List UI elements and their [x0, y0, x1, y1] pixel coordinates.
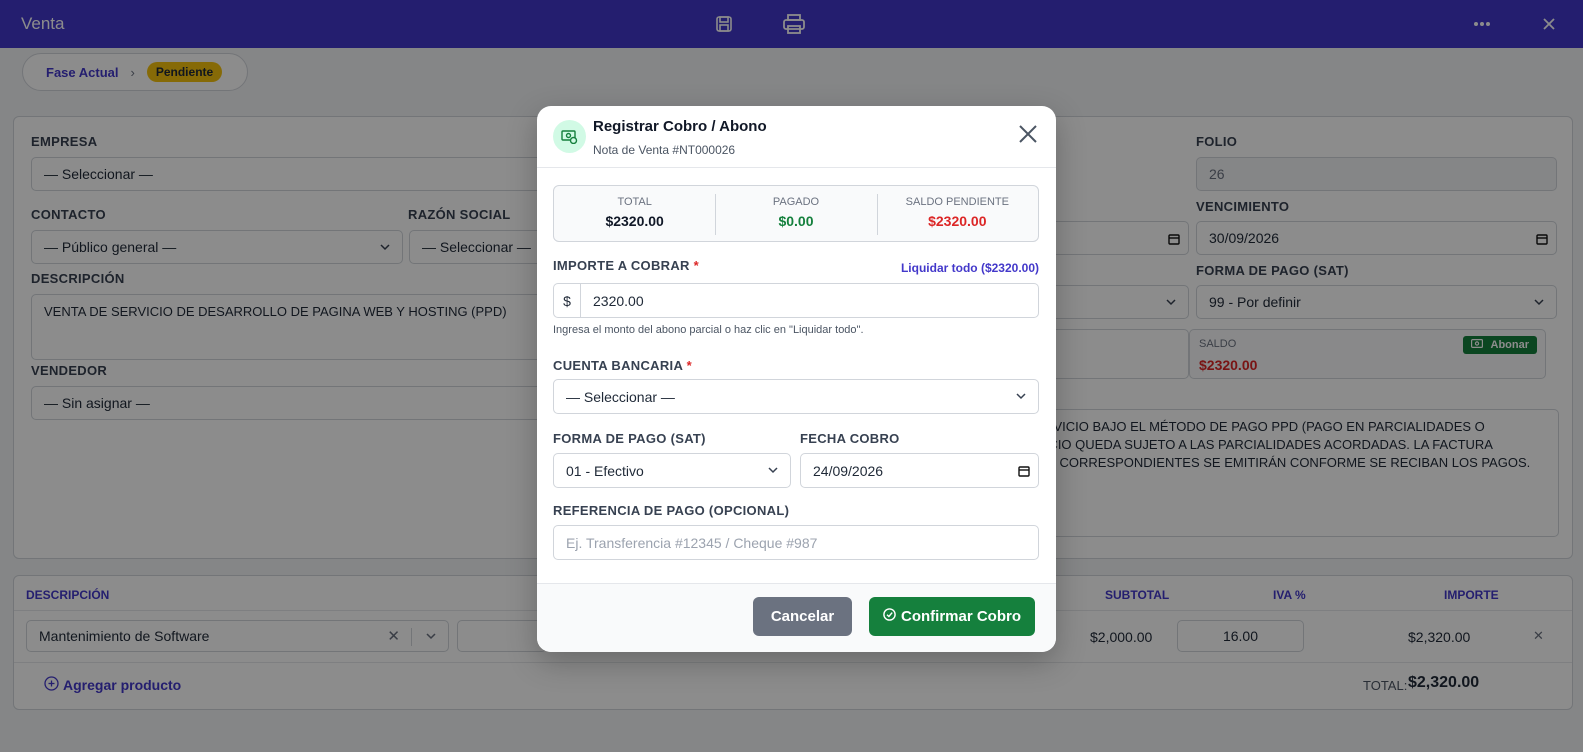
cuenta-value: — Seleccionar —: [566, 388, 675, 405]
cuenta-label: CUENTA BANCARIA *: [553, 358, 692, 373]
chevron-down-icon: [1016, 393, 1026, 400]
summary-total: TOTAL $2320.00: [554, 186, 715, 241]
modal-subtitle: Nota de Venta #NT000026: [593, 143, 736, 157]
modal-header: Registrar Cobro / Abono Nota de Venta #N…: [537, 106, 1056, 168]
importe-input[interactable]: 2320.00: [580, 283, 1039, 318]
payment-summary: TOTAL $2320.00 PAGADO $0.00 SALDO PENDIE…: [553, 185, 1039, 242]
summary-pagado-caption: PAGADO: [772, 196, 820, 208]
importe-hint: Ingresa el monto del abono parcial o haz…: [553, 324, 864, 336]
payment-modal: Registrar Cobro / Abono Nota de Venta #N…: [537, 106, 1056, 652]
summary-saldo: SALDO PENDIENTE $2320.00: [876, 186, 1038, 241]
calendar-icon[interactable]: [1018, 464, 1030, 477]
close-icon[interactable]: [1018, 124, 1042, 148]
summary-saldo-value: $2320.00: [928, 213, 987, 229]
summary-pagado: PAGADO $0.00: [715, 186, 876, 241]
summary-total-caption: TOTAL: [617, 196, 652, 208]
fecha-cobro-label: FECHA COBRO: [800, 431, 900, 446]
summary-saldo-caption: SALDO PENDIENTE: [905, 196, 1009, 208]
importe-input-group: $ 2320.00: [553, 283, 1039, 318]
summary-pagado-value: $0.00: [778, 213, 814, 229]
cash-icon: [553, 120, 586, 153]
chevron-down-icon: [768, 467, 778, 474]
fecha-cobro-date[interactable]: 24/09/2026: [800, 453, 1039, 488]
modal-title: Registrar Cobro / Abono: [593, 118, 767, 135]
check-circle-icon: [883, 608, 896, 625]
cuenta-bancaria-select[interactable]: — Seleccionar —: [553, 379, 1039, 414]
liquidar-todo-link[interactable]: Liquidar todo ($2320.00): [901, 261, 1039, 275]
cancel-button[interactable]: Cancelar: [753, 597, 852, 636]
fecha-cobro-value: 24/09/2026: [813, 462, 884, 479]
forma-pago-value: 01 - Efectivo: [566, 462, 644, 479]
summary-total-value: $2320.00: [605, 213, 664, 229]
currency-prefix: $: [553, 283, 580, 318]
confirm-payment-button[interactable]: Confirmar Cobro: [869, 597, 1035, 636]
referencia-label: REFERENCIA DE PAGO (OPCIONAL): [553, 503, 790, 518]
confirm-label: Confirmar Cobro: [901, 608, 1021, 625]
forma-pago-select[interactable]: 01 - Efectivo: [553, 453, 791, 488]
modal-footer: Cancelar Confirmar Cobro: [537, 583, 1056, 652]
referencia-input[interactable]: Ej. Transferencia #12345 / Cheque #987: [553, 525, 1039, 560]
importe-label: IMPORTE A COBRAR *: [553, 258, 700, 273]
forma-pago-label: FORMA DE PAGO (SAT): [553, 431, 706, 446]
